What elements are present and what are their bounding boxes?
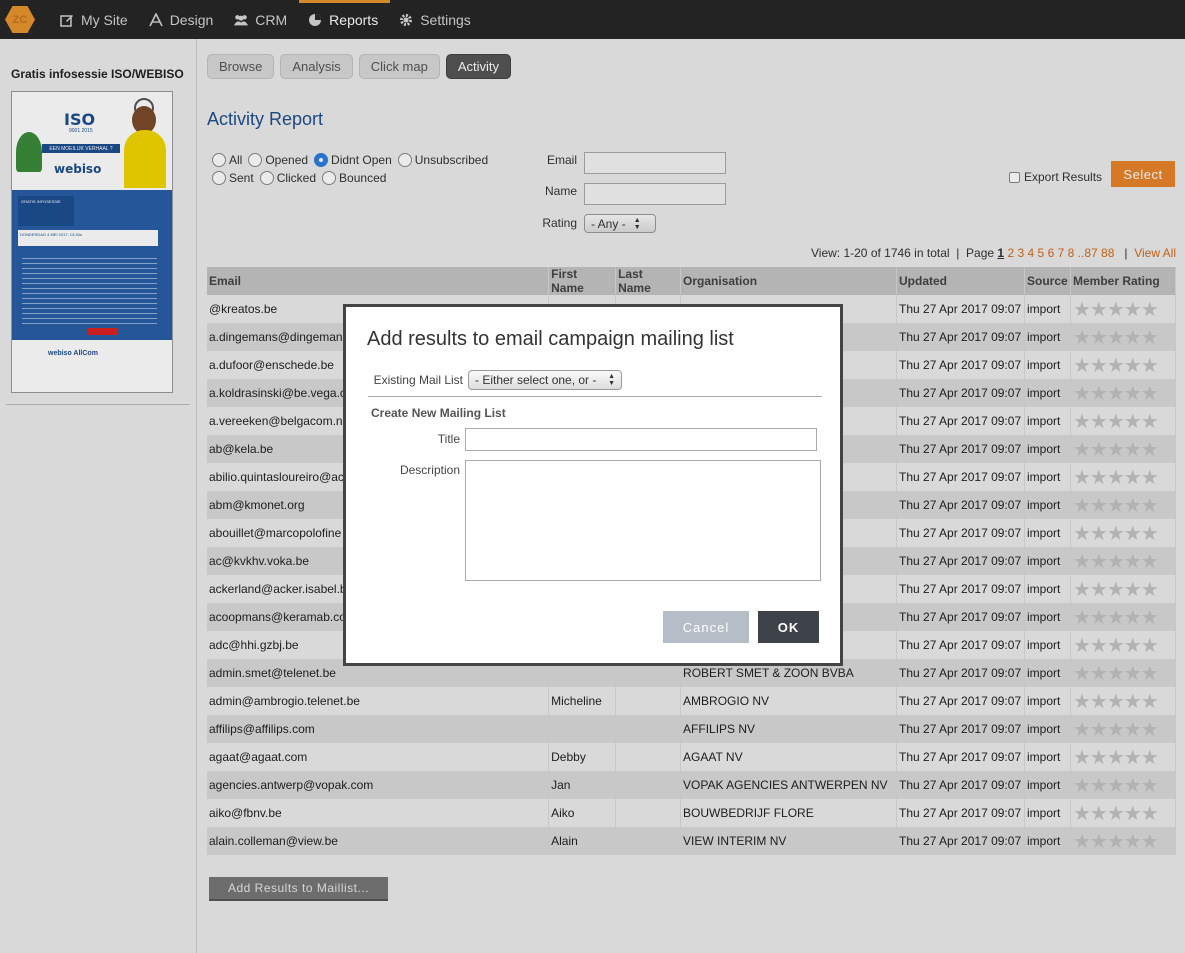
- chevron-updown-icon: ▲ ▼: [608, 373, 615, 387]
- existing-list-label: Existing Mail List: [373, 373, 463, 387]
- title-label: Title: [437, 432, 460, 446]
- add-to-mailing-list-dialog: Add results to email campaign mailing li…: [343, 304, 843, 666]
- existing-list-select[interactable]: - Either select one, or - ▲ ▼: [468, 370, 622, 390]
- dialog-divider: [368, 396, 822, 397]
- description-label: Description: [399, 463, 460, 477]
- list-title-input[interactable]: [465, 428, 817, 451]
- ok-button[interactable]: OK: [758, 611, 819, 643]
- list-description-input[interactable]: [465, 460, 821, 581]
- create-list-heading: Create New Mailing List: [371, 406, 506, 420]
- cancel-button[interactable]: Cancel: [663, 611, 749, 643]
- dialog-title: Add results to email campaign mailing li…: [367, 328, 734, 350]
